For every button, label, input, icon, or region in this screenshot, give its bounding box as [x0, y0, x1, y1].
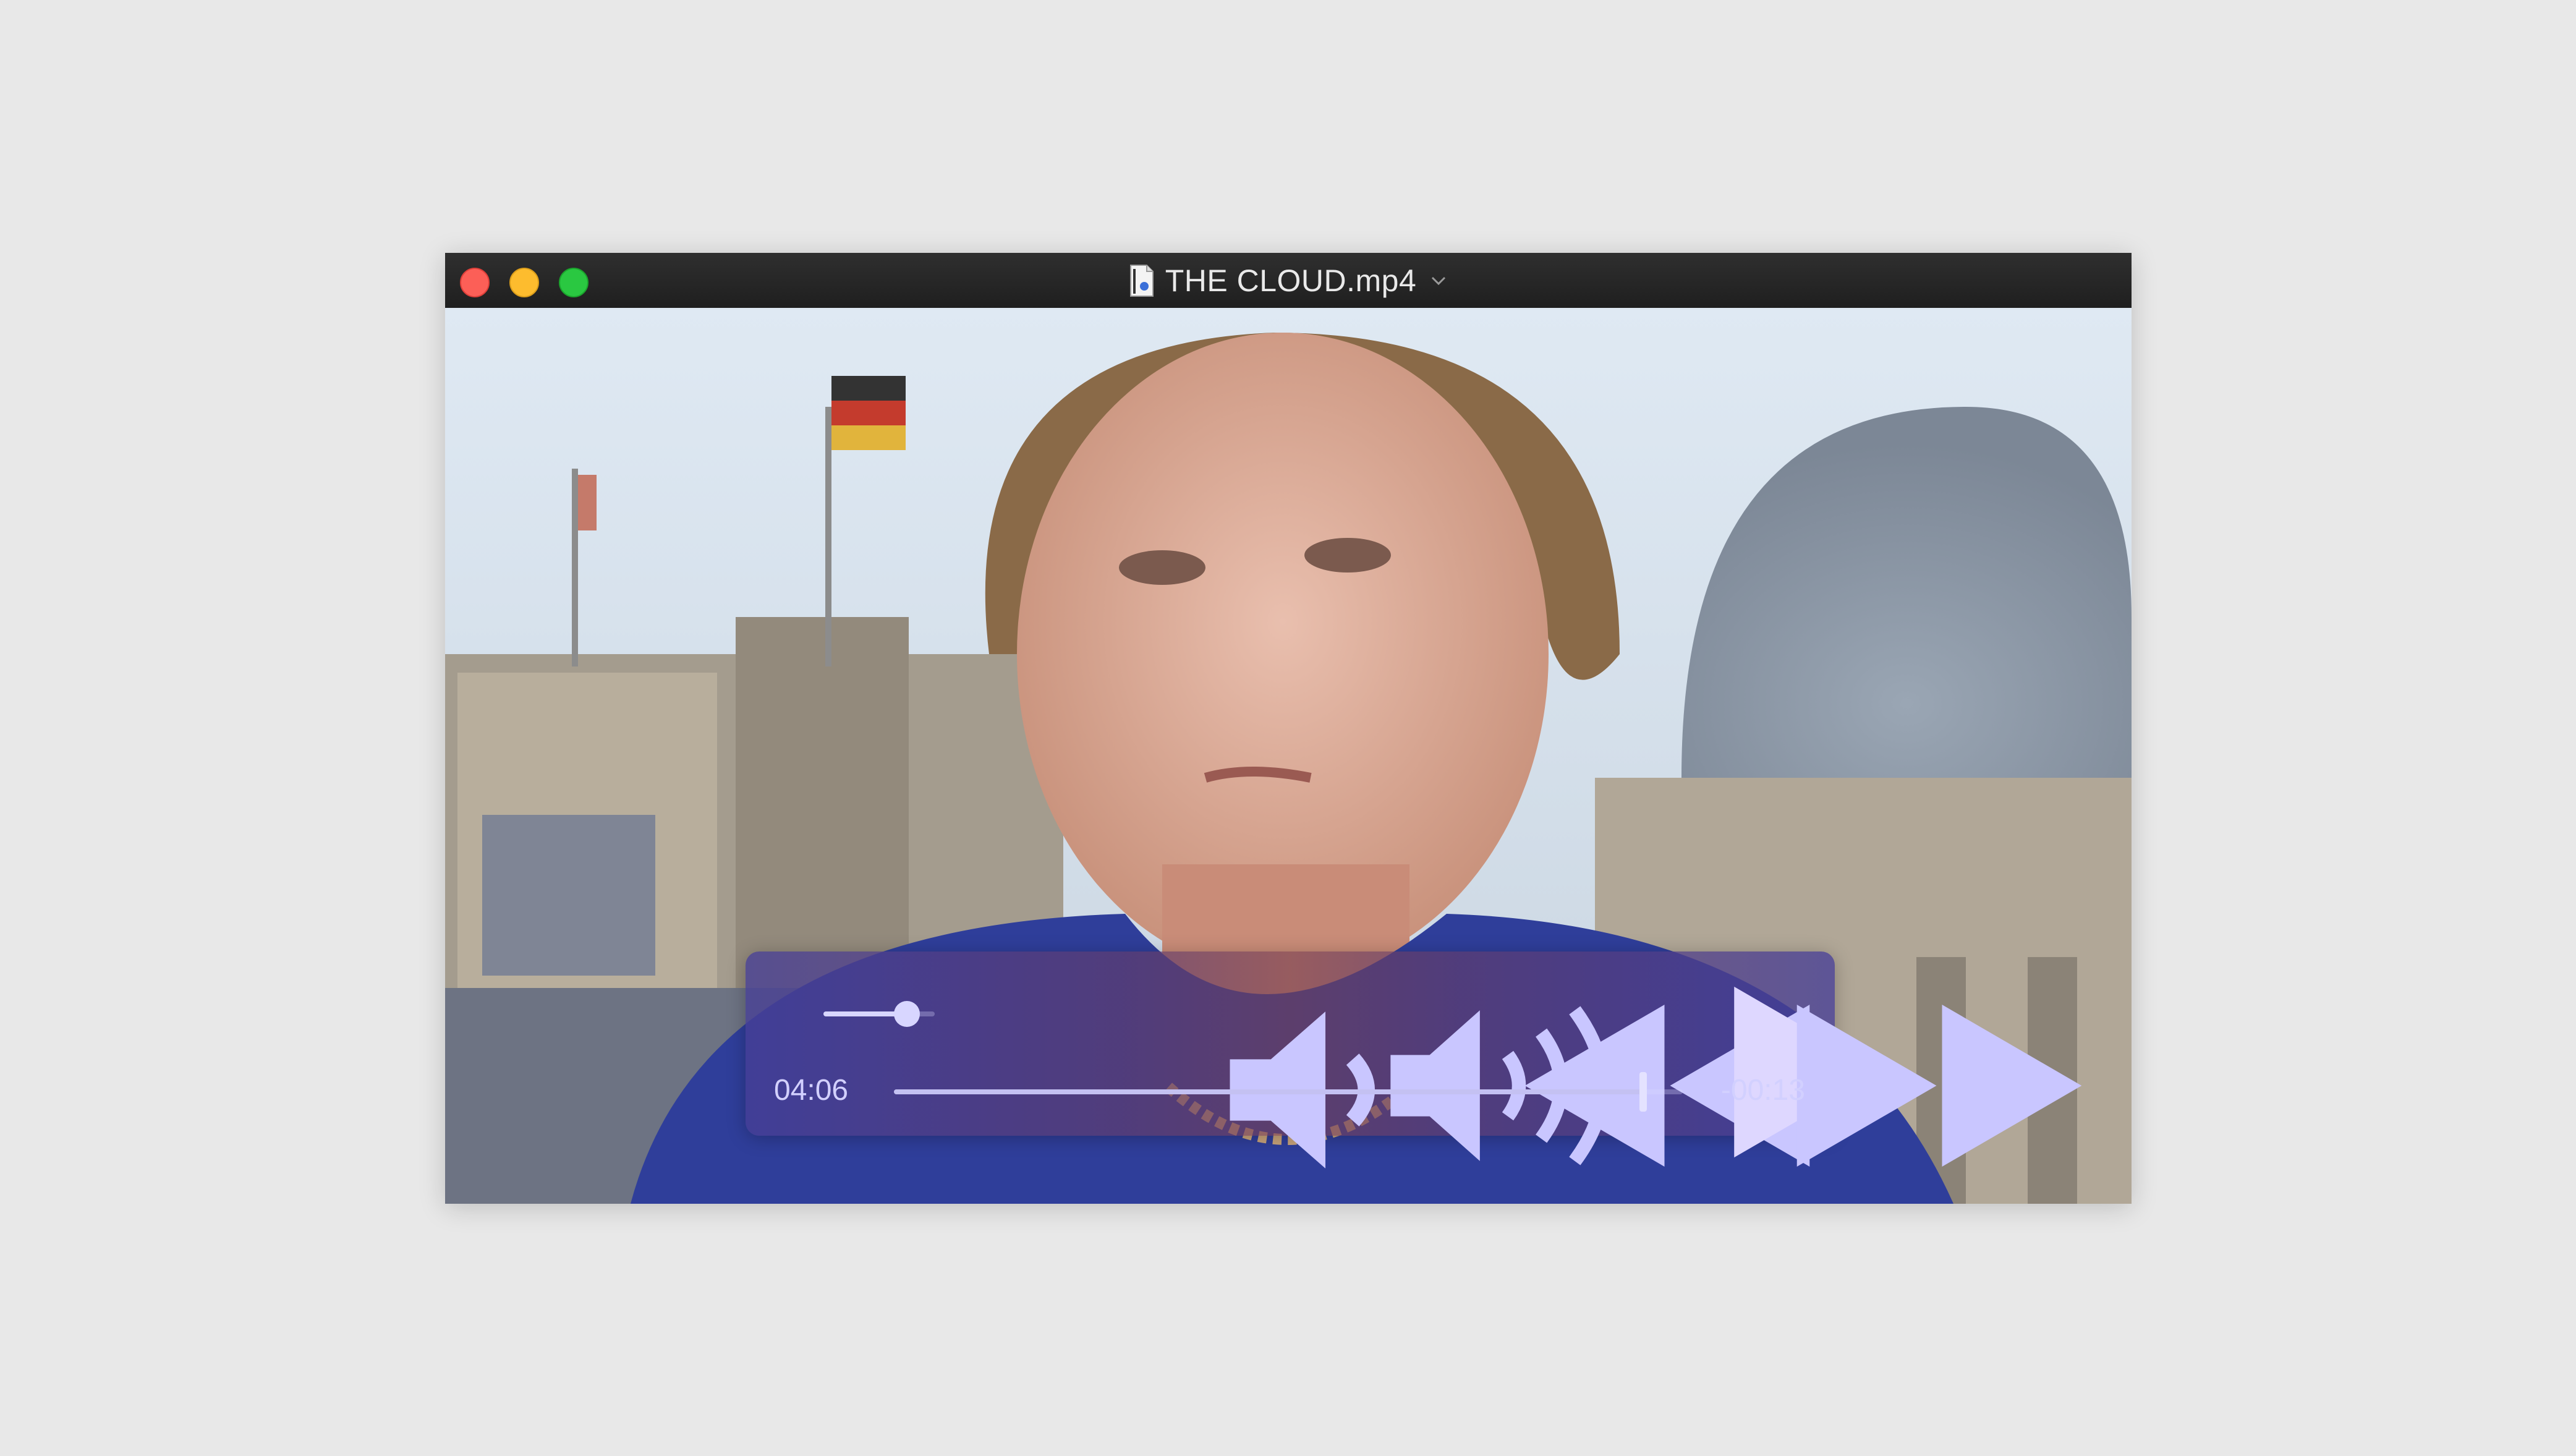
progress-bar[interactable] — [894, 1072, 1683, 1112]
video-frame[interactable]: 04:06 -00:13 — [445, 308, 2132, 1204]
remaining-time: -00:13 — [1720, 1074, 1805, 1107]
playhead[interactable] — [1639, 1072, 1647, 1112]
window-title-text: THE CLOUD.mp4 — [1165, 263, 1417, 298]
chevron-down-icon[interactable] — [1430, 275, 1447, 287]
progress-fill — [894, 1089, 1644, 1094]
title-bar[interactable]: THE CLOUD.mp4 — [445, 253, 2132, 309]
elapsed-time: 04:06 — [774, 1074, 849, 1107]
share-icon[interactable] — [1763, 987, 2132, 1172]
document-icon — [1129, 264, 1154, 297]
player-window: THE CLOUD.mp4 04:06 -00:13 — [445, 253, 2132, 1204]
playback-controls: 04:06 -00:13 — [746, 952, 2082, 1169]
volume-slider[interactable] — [823, 1001, 935, 1027]
window-title[interactable]: THE CLOUD.mp4 — [445, 253, 2132, 308]
volume-thumb[interactable] — [894, 1001, 920, 1027]
